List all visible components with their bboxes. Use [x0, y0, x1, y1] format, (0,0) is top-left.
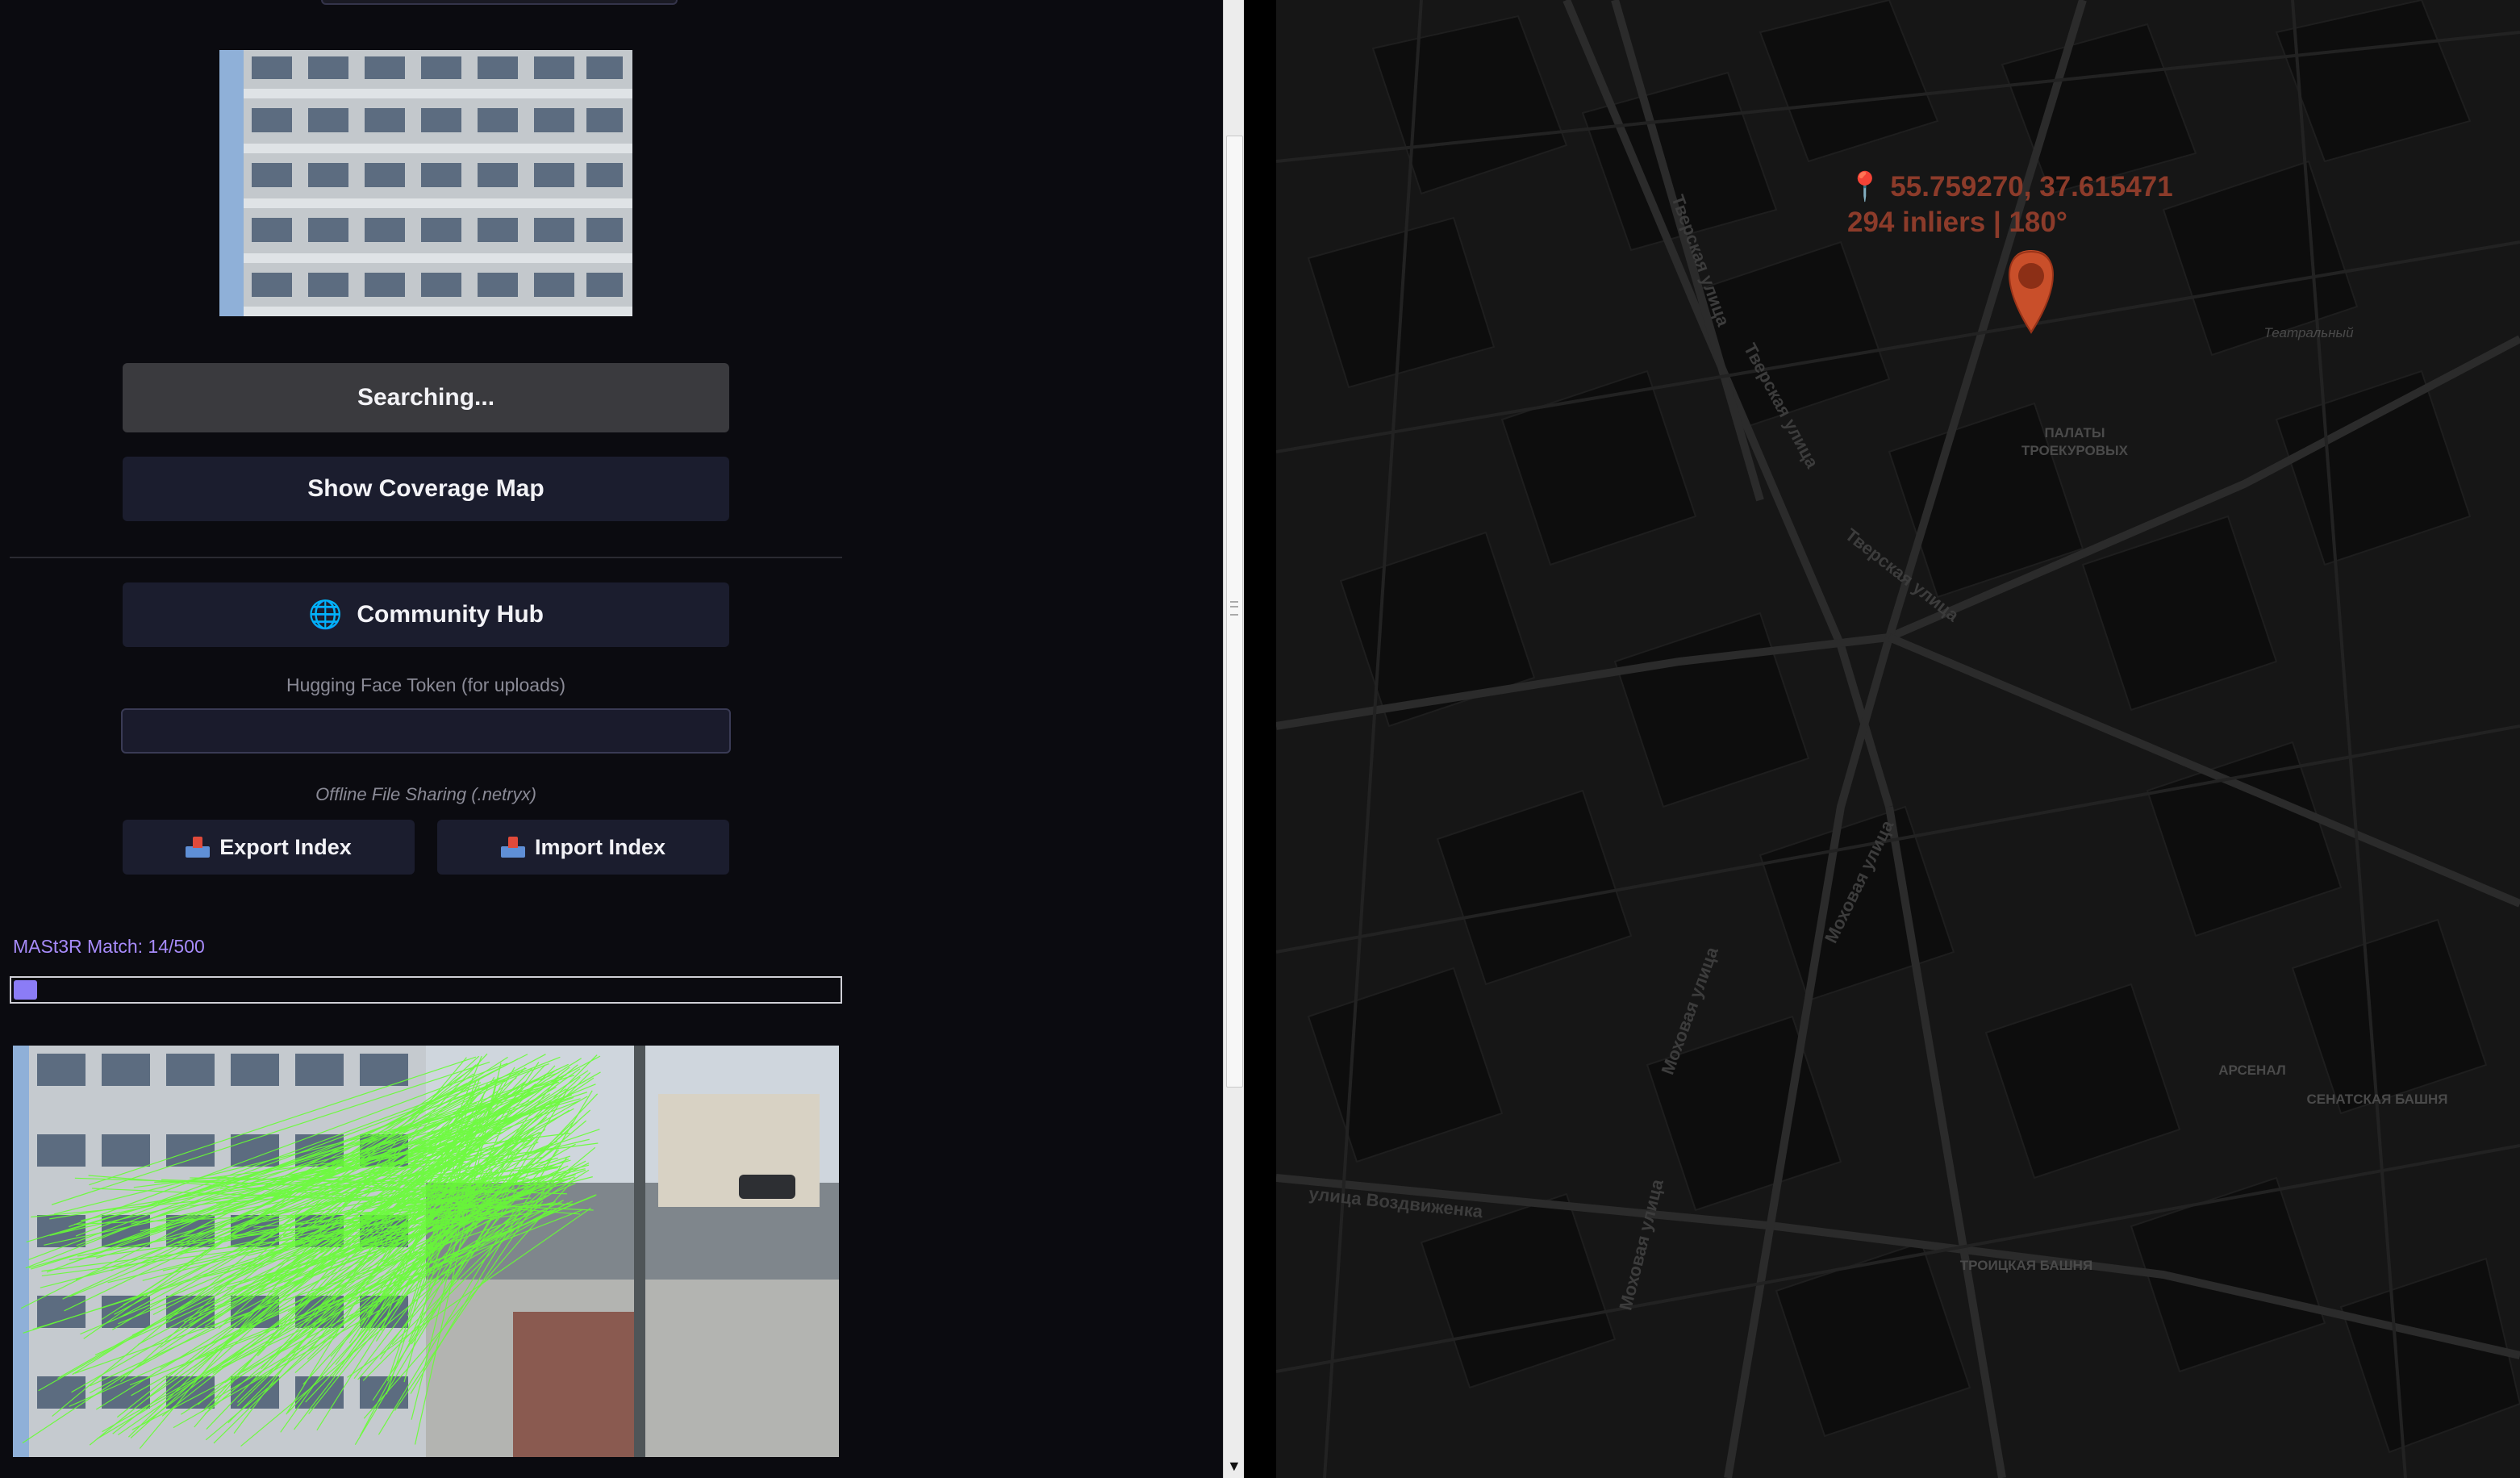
map-label-troitskaya: ТРОИЦКАЯ БАШНЯ [1959, 1258, 2093, 1273]
map-label-palaty: ПАЛАТЫ ТРОЕКУРОВЫХ [2021, 425, 2129, 459]
community-hub-label: Community Hub [357, 601, 544, 628]
query-image [219, 50, 632, 316]
top-input-edge[interactable] [321, 0, 678, 5]
map-pin-popup: 📍 55.759270, 37.615471 294 inliers | 180… [1847, 169, 2173, 240]
show-coverage-map-button[interactable]: Show Coverage Map [123, 457, 729, 521]
map-label-arsenal: АРСЕНАЛ [2218, 1063, 2286, 1078]
export-index-button[interactable]: Export Index [123, 820, 415, 875]
divider [10, 557, 842, 558]
match-progress-fill [14, 980, 37, 1000]
match-progress-bar [10, 976, 842, 1004]
outbox-icon [186, 837, 211, 858]
token-label: Hugging Face Token (for uploads) [286, 674, 566, 695]
search-button[interactable]: Searching... [123, 363, 729, 432]
pin-coordinates: 55.759270, 37.615471 [1890, 171, 2173, 202]
import-index-button[interactable]: Import Index [437, 820, 729, 875]
panel-gutter [1244, 0, 1276, 1478]
inbox-icon [500, 837, 525, 858]
offline-sharing-label: Offline File Sharing (.netryx) [315, 784, 536, 804]
export-index-label: Export Index [219, 834, 352, 859]
left-panel: Searching... Show Coverage Map 🌐 Communi… [0, 0, 1223, 1478]
import-index-label: Import Index [534, 834, 665, 859]
map-label-senatskaya: СЕНАТСКАЯ БАШНЯ [2306, 1092, 2448, 1107]
scroll-down-arrow-icon[interactable]: ▼ [1227, 1459, 1241, 1473]
pin-inliers-info: 294 inliers | 180° [1847, 206, 2067, 238]
scrollbar[interactable]: ▼ [1223, 0, 1245, 1478]
match-progress-label: MASt3R Match: 14/500 [13, 936, 205, 957]
scrollbar-grip-icon [1230, 601, 1238, 616]
pin-emoji-icon: 📍 [1847, 171, 1883, 202]
match-visualization-image [13, 1046, 839, 1457]
community-hub-button[interactable]: 🌐 Community Hub [123, 582, 729, 647]
globe-icon: 🌐 [308, 599, 343, 630]
map-label-teatralny: Театральный [2263, 325, 2354, 340]
hf-token-input[interactable] [121, 708, 731, 754]
